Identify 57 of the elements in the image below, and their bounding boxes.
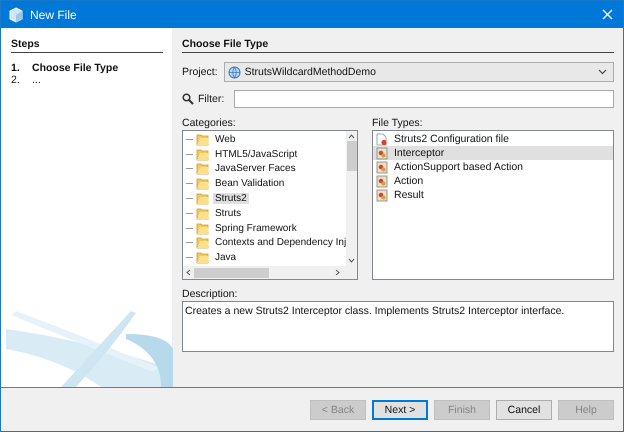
filter-label: Filter: [198,93,224,105]
category-item[interactable]: Struts [213,208,244,219]
action-icon [376,174,388,188]
steps-heading: Steps [11,38,163,53]
category-item[interactable]: Spring Framework [213,222,299,234]
file-type-item[interactable]: Result [373,188,613,202]
folder-icon [196,236,210,250]
category-item[interactable]: Contexts and Dependency Inj [213,237,346,248]
chevron-down-icon [598,69,607,75]
file-type-item[interactable]: Interceptor [373,146,613,160]
category-item[interactable]: Web [213,134,238,145]
file-type-item[interactable]: ActionSupport based Action [373,160,613,174]
action-icon [376,188,388,202]
step-number: 2. [11,74,21,86]
file-types-label: File Types: [372,117,424,129]
description-text: Creates a new Struts2 Interceptor class. Implements Struts2 Interceptor interface. [182,301,614,352]
action-icon [376,146,388,160]
folder-icon [196,251,210,264]
project-dropdown[interactable]: StrutsWildcardMethodDemo [224,62,614,82]
scrollbar-thumb[interactable] [346,141,356,171]
folder-icon [196,162,210,176]
category-item[interactable]: Struts2 [213,193,249,204]
category-item[interactable]: Bean Validation [213,178,286,190]
close-icon[interactable] [602,9,613,20]
folder-icon [196,192,210,206]
dialog-button[interactable]: Next > [372,400,428,420]
folder-icon [196,222,210,235]
folder-icon [196,206,210,220]
file-icon [376,132,388,146]
folder-icon [196,148,210,161]
description-label: Description: [182,288,238,300]
scroll-right-icon[interactable] [335,269,340,276]
search-icon [182,93,194,105]
globe-icon [228,66,241,78]
vertical-scrollbar[interactable] [346,131,357,266]
panel-heading: Choose File Type [182,38,614,53]
step-number: 1. [11,62,21,74]
categories-label: Categories: [182,117,237,129]
category-item[interactable]: JavaServer Faces [213,163,298,174]
dialog-button[interactable]: Cancel [496,400,552,420]
app-icon [9,6,23,22]
scrollbar-thumb[interactable] [194,268,269,278]
filter-field[interactable] [234,90,614,108]
step-label: Choose File Type [32,62,118,74]
file-type-item[interactable]: Struts2 Configuration file [373,132,613,146]
window-title: New File [30,8,77,22]
action-icon [376,160,388,174]
step-label: ... [32,74,41,86]
category-item[interactable]: Java [213,252,238,264]
folder-icon [196,177,210,190]
scroll-down-icon[interactable] [348,258,355,263]
project-label: Project: [182,66,218,78]
file-type-item[interactable]: Action [373,174,613,188]
category-item[interactable]: HTML5/JavaScript [213,148,300,160]
scroll-left-icon[interactable] [186,269,191,276]
folder-icon [196,132,210,146]
scroll-up-icon[interactable] [348,134,355,139]
